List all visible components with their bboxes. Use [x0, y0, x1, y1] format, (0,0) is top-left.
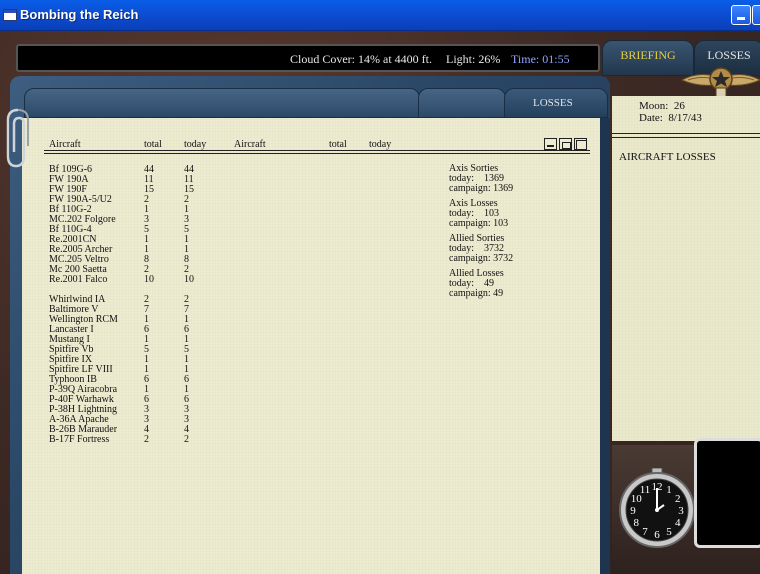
folder-tab-losses[interactable]: LOSSES — [504, 88, 608, 118]
col-header-today: today — [184, 139, 207, 150]
minimize-icon — [737, 17, 745, 20]
cell-name: B-17F Fortress — [49, 434, 110, 445]
axis-losses: Axis Losses today: 103 campaign: 103 — [449, 199, 513, 229]
paperclip-icon — [6, 108, 29, 168]
clock-numeral: 5 — [666, 526, 672, 538]
allied-sorties: Allied Sorties today: 3732 campaign: 373… — [449, 234, 513, 264]
col-header-total-2: total — [329, 139, 347, 150]
clock-numeral: 9 — [630, 505, 636, 517]
allied-losses-campaign: campaign: 49 — [449, 288, 504, 299]
header-rule — [44, 150, 590, 151]
col-header-total: total — [144, 139, 162, 150]
cell-name: Re.2001 Falco — [49, 274, 108, 285]
col-header-today-2: today — [369, 139, 392, 150]
cell-today: 10 — [184, 274, 194, 285]
tab-briefing-label: BRIEFING — [620, 48, 676, 62]
restore-sheet-button[interactable] — [559, 138, 572, 150]
header-rule — [44, 153, 590, 154]
title-bar: Bombing the Reich — [0, 0, 760, 31]
allied-sorties-campaign: campaign: 3732 — [449, 253, 514, 264]
light-readout: Light: 26% — [446, 52, 501, 66]
clock-numeral: 6 — [654, 529, 660, 541]
folder-tab-2 — [418, 88, 506, 118]
clock-icon: 12 1234567891011 — [619, 468, 695, 548]
clock-numeral: 2 — [675, 493, 681, 505]
window-title: Bombing the Reich — [20, 7, 139, 22]
allied-losses: Allied Losses today: 49 campaign: 49 — [449, 269, 513, 299]
conditions-bar: Cloud Cover: 14% at 4400 ft. Light: 26% … — [16, 44, 600, 72]
aircraft-losses-heading: AIRCRAFT LOSSES — [619, 151, 716, 163]
panel-rule — [612, 137, 760, 138]
clock-numeral: 4 — [675, 517, 681, 529]
axis-sorties-campaign: campaign: 1369 — [449, 183, 514, 194]
col-header-aircraft-2: Aircraft — [234, 139, 266, 150]
mission-info-panel: Moon: 26 Date: 8/17/43 AIRCRAFT LOSSES — [612, 96, 760, 441]
folder-tab-1 — [24, 88, 420, 118]
col-header-aircraft: Aircraft — [49, 139, 81, 150]
clock-numeral: 1 — [666, 484, 672, 496]
minimize-button[interactable] — [731, 5, 751, 25]
clock-numeral: 7 — [642, 526, 648, 538]
panel-rule — [612, 133, 760, 134]
cell-today: 2 — [184, 434, 189, 445]
losses-sheet — [22, 118, 600, 574]
maximize-sheet-button[interactable] — [574, 138, 587, 150]
clock-numeral: 11 — [640, 484, 651, 496]
mission-date: Date: 8/17/43 — [639, 112, 702, 124]
moon-phase: Moon: 26 — [639, 100, 685, 112]
time-readout: Time: 01:55 — [511, 52, 570, 66]
app-icon — [3, 9, 17, 21]
maximize-button[interactable] — [752, 5, 760, 25]
axis-sorties: Axis Sorties today: 1369 campaign: 1369 — [449, 164, 513, 194]
folder-tab-losses-label: LOSSES — [533, 97, 573, 109]
sortie-stats: Axis Sorties today: 1369 campaign: 1369 … — [449, 164, 513, 304]
clock-numeral: 3 — [678, 505, 684, 517]
tab-losses-label: LOSSES — [707, 48, 751, 62]
cell-total: 2 — [144, 434, 149, 445]
sheet-edge — [600, 118, 610, 574]
radar-screen — [694, 438, 760, 548]
minimize-sheet-button[interactable] — [544, 138, 557, 150]
clock-numeral: 8 — [633, 517, 639, 529]
axis-losses-campaign: campaign: 103 — [449, 218, 509, 229]
cloud-cover-readout: Cloud Cover: 14% at 4400 ft. — [290, 52, 432, 66]
cell-total: 10 — [144, 274, 154, 285]
